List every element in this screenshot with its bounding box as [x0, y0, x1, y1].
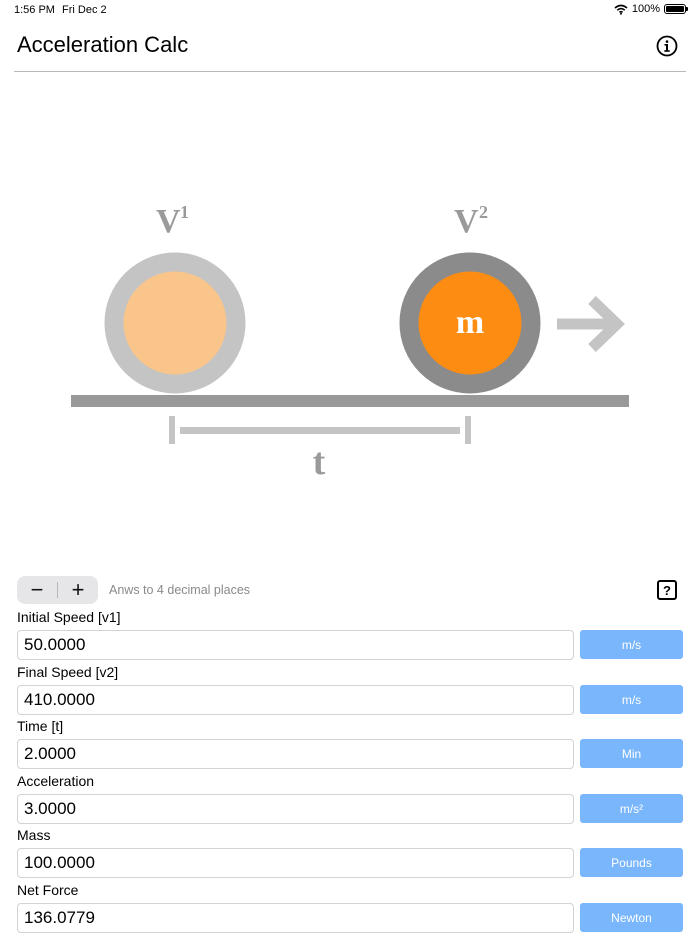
- battery-percent: 100%: [631, 3, 660, 15]
- status-time: 1:56 PM: [14, 4, 55, 16]
- time-bracket: [169, 416, 471, 444]
- mass-field-label: Mass: [17, 827, 51, 843]
- net-force-label: Net Force: [17, 882, 79, 898]
- status-date: Fri Dec 2: [62, 4, 107, 16]
- decimal-stepper[interactable]: − +: [17, 576, 98, 604]
- time-label: t: [313, 441, 326, 483]
- status-indicators: 100%: [614, 3, 688, 15]
- acceleration-unit-button[interactable]: m/s²: [580, 794, 683, 823]
- v1-label: V: [156, 203, 181, 240]
- initial-speed-input[interactable]: 50.0000: [17, 630, 574, 660]
- mass-unit-button[interactable]: Pounds: [580, 848, 683, 877]
- acceleration-diagram: V 1 V 2 m t: [71, 202, 629, 483]
- decrement-button[interactable]: −: [17, 576, 57, 604]
- mass-label: m: [456, 304, 484, 341]
- initial-speed-unit-button[interactable]: m/s: [580, 630, 683, 659]
- precision-label: Anws to 4 decimal places: [109, 583, 251, 597]
- final-speed-label: Final Speed [v2]: [17, 664, 119, 680]
- v2-superscript: 2: [479, 202, 488, 222]
- track: [71, 395, 629, 407]
- page-title: Acceleration Calc: [17, 32, 189, 57]
- arrow-right-icon: [557, 296, 625, 352]
- nav-divider: [14, 71, 686, 72]
- v1-superscript: 1: [180, 202, 189, 222]
- wifi-icon: [614, 4, 628, 15]
- time-unit-button[interactable]: Min: [580, 739, 683, 768]
- mass-input[interactable]: 100.0000: [17, 848, 574, 878]
- initial-ball: [104, 252, 246, 394]
- status-bar: 1:56 PM Fri Dec 2 100%: [0, 0, 700, 22]
- net-force-input[interactable]: 136.0779: [17, 903, 574, 933]
- acceleration-label: Acceleration: [17, 773, 95, 789]
- final-ball: m: [399, 252, 541, 394]
- time-field-label: Time [t]: [17, 718, 64, 734]
- time-input[interactable]: 2.0000: [17, 739, 574, 769]
- battery-icon: [664, 4, 688, 14]
- net-force-unit-button[interactable]: Newton: [580, 903, 683, 932]
- increment-button[interactable]: +: [58, 576, 98, 604]
- v2-label: V: [454, 203, 479, 240]
- info-icon[interactable]: [656, 35, 678, 57]
- final-speed-input[interactable]: 410.0000: [17, 685, 574, 715]
- help-button[interactable]: ?: [657, 580, 677, 600]
- final-speed-unit-button[interactable]: m/s: [580, 685, 683, 714]
- initial-speed-label: Initial Speed [v1]: [17, 609, 121, 625]
- acceleration-input[interactable]: 3.0000: [17, 794, 574, 824]
